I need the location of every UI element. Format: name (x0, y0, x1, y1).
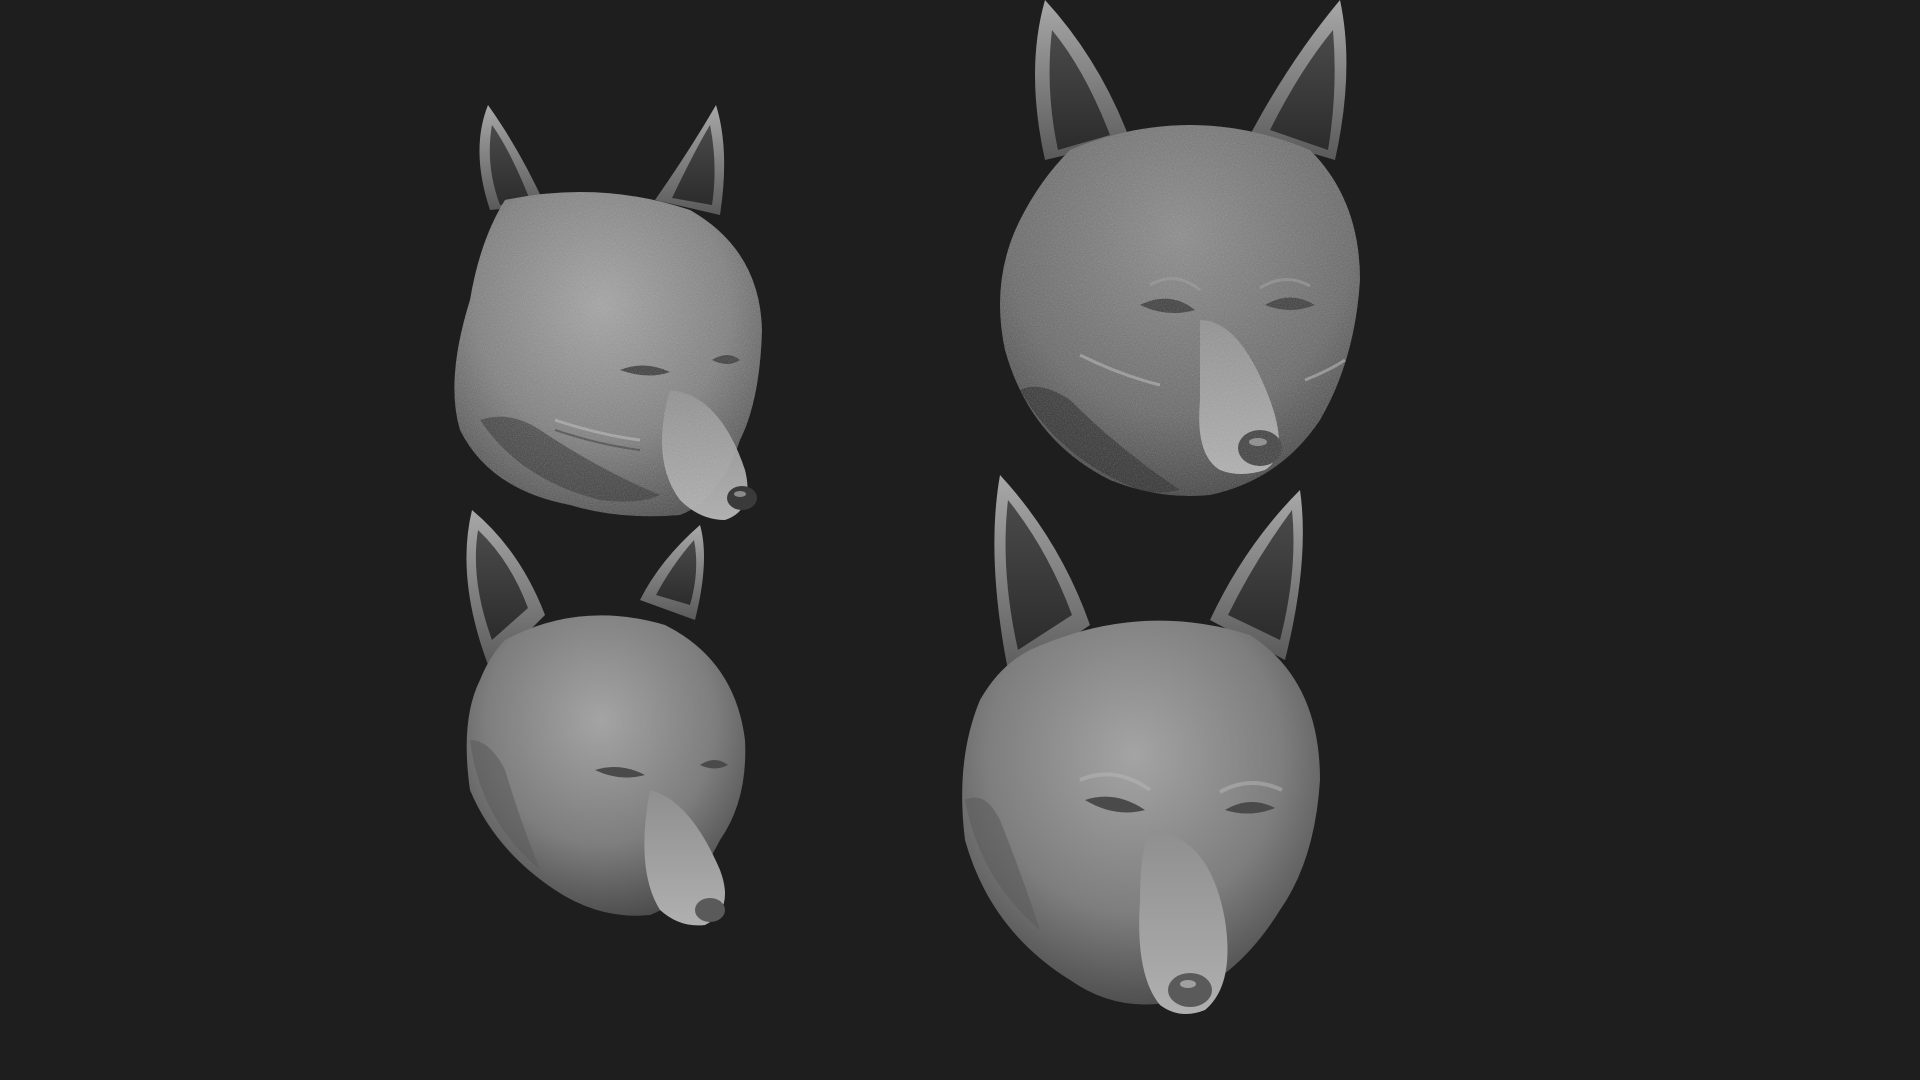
sculpt-viewport[interactable] (0, 0, 1920, 1080)
fox-head-sculpt-large-detailed[interactable] (1000, 0, 1360, 496)
fox-head-sculpt-small-smooth[interactable] (466, 510, 746, 926)
fox-head-sculpt-small-detailed[interactable] (454, 105, 762, 520)
fox-head-sculpt-large-smooth[interactable] (962, 475, 1320, 1014)
viewport-canvas[interactable] (0, 0, 1920, 1080)
